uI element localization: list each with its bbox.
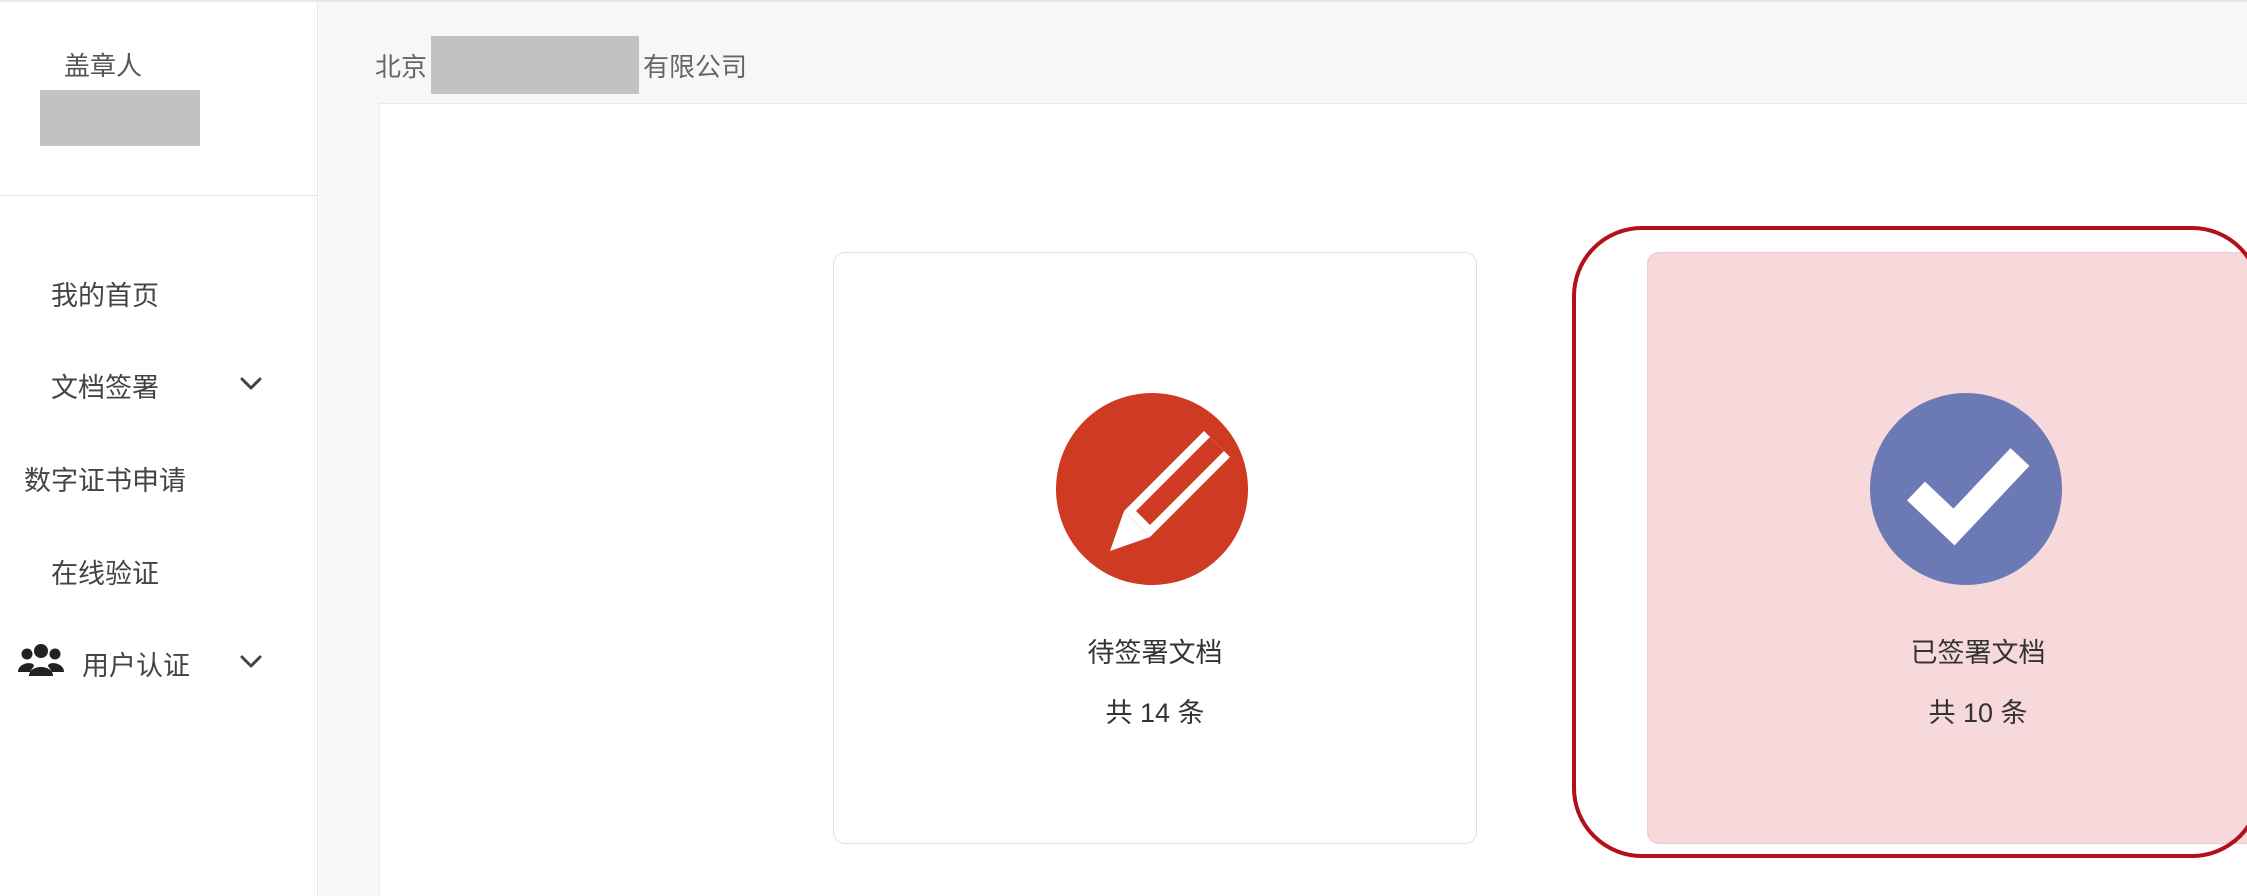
sidebar: 盖章人 我的首页 文档签署 数字证书申请 在线验证 用户认证	[0, 2, 318, 896]
sidebar-item-online-verification[interactable]: 在线验证	[0, 538, 318, 598]
dashboard-panel: 待签署文档 共 14 条 已签署文档 共 10 条	[379, 103, 2247, 896]
pending-documents-card[interactable]: 待签署文档 共 14 条	[833, 252, 1477, 844]
check-circle-icon	[1870, 393, 2062, 585]
sidebar-item-label: 数字证书申请	[24, 466, 186, 496]
main-content: 北京 有限公司 待签署文档 共 14 条 已签署文档 共 10 条	[319, 2, 2247, 896]
signed-documents-card[interactable]: 已签署文档 共 10 条	[1647, 252, 2247, 844]
users-icon	[18, 644, 64, 676]
breadcrumb-suffix: 有限公司	[643, 51, 748, 82]
sidebar-item-label: 用户认证	[82, 651, 190, 681]
pencil-edit-icon	[1056, 393, 1248, 585]
card-title: 已签署文档	[1910, 638, 2046, 668]
sidebar-item-document-signing[interactable]: 文档签署	[0, 352, 318, 412]
breadcrumb-prefix: 北京	[375, 51, 428, 82]
sidebar-item-label: 在线验证	[51, 559, 159, 589]
card-count: 共 10 条	[1928, 698, 2028, 728]
card-count: 共 14 条	[1105, 698, 1205, 728]
seal-holder-block: 盖章人	[0, 2, 318, 196]
sidebar-item-label: 文档签署	[51, 373, 159, 403]
chevron-down-icon[interactable]	[238, 372, 264, 394]
seal-holder-label: 盖章人	[64, 51, 143, 81]
company-breadcrumb: 北京 有限公司	[375, 36, 747, 94]
sidebar-item-certificate-application[interactable]: 数字证书申请	[0, 445, 318, 505]
redacted-name	[40, 90, 200, 146]
sidebar-item-user-authentication[interactable]: 用户认证	[0, 630, 318, 690]
chevron-down-icon[interactable]	[238, 650, 264, 672]
redacted-company-name	[431, 36, 640, 94]
sidebar-item-label: 我的首页	[51, 281, 159, 311]
sidebar-item-home[interactable]: 我的首页	[0, 260, 318, 320]
card-title: 待签署文档	[1087, 638, 1223, 668]
